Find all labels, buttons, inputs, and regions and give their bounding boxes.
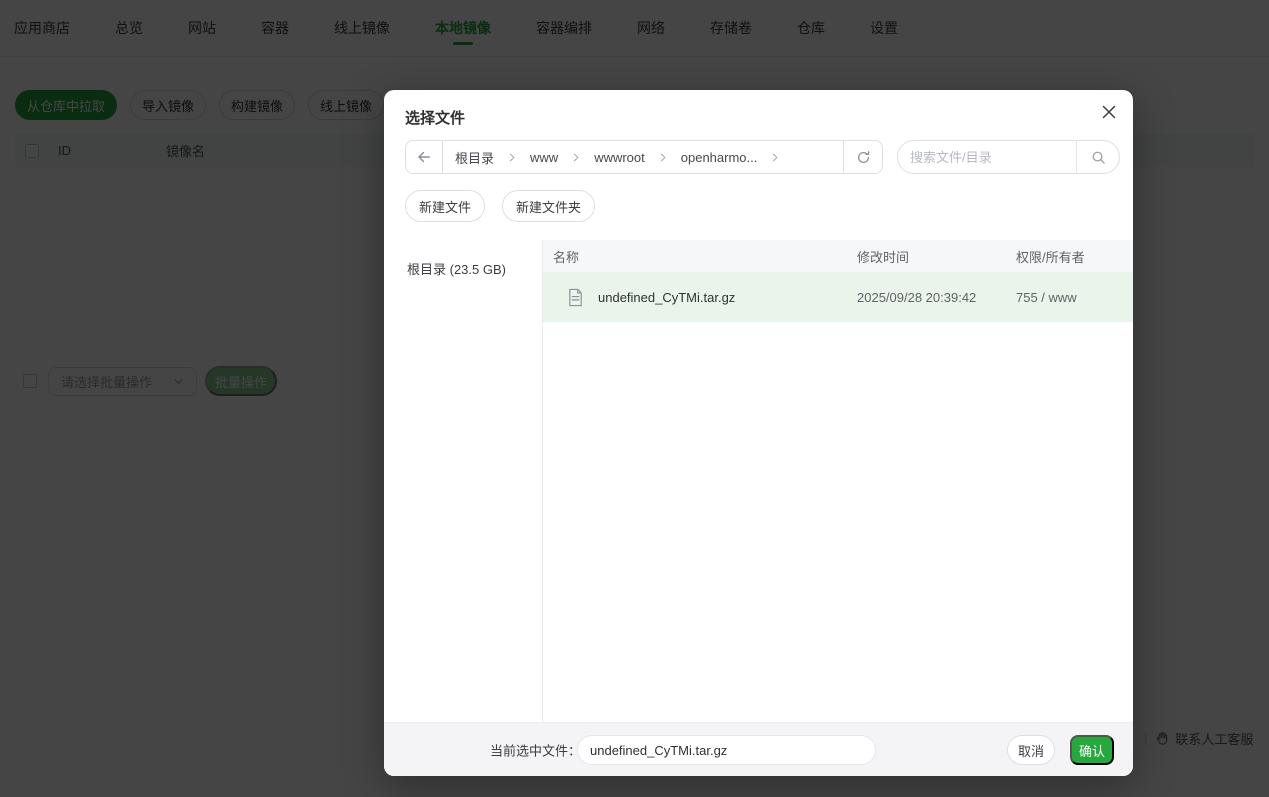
chevron-right-icon (658, 152, 668, 163)
back-button[interactable] (406, 141, 443, 173)
file-icon (567, 288, 584, 307)
file-mtime: 2025/09/28 20:39:42 (857, 289, 977, 305)
search-input[interactable] (898, 149, 1076, 165)
confirm-button[interactable]: 确认 (1070, 735, 1114, 765)
breadcrumb-wwwroot[interactable]: wwwroot (594, 150, 645, 165)
file-table-header: 名称 修改时间 权限/所有者 (543, 240, 1133, 272)
file-search-box (897, 140, 1120, 174)
dialog-title: 选择文件 (405, 110, 466, 127)
file-name: undefined_CyTMi.tar.gz (598, 289, 736, 305)
column-mtime: 修改时间 (857, 249, 910, 265)
column-perm: 权限/所有者 (1016, 249, 1085, 265)
selected-file-input[interactable] (577, 735, 876, 765)
refresh-icon (856, 150, 871, 165)
new-file-button[interactable]: 新建文件 (405, 190, 486, 222)
chevron-right-icon (507, 152, 517, 163)
file-perm: 755 / www (1016, 289, 1077, 305)
chevron-right-icon (770, 152, 780, 163)
path-bar: 根目录 www wwwroot openharmo... (405, 140, 883, 174)
breadcrumb-root[interactable]: 根目录 (455, 148, 494, 167)
close-icon[interactable] (1100, 103, 1118, 121)
sidebar-item-root[interactable]: 根目录 (23.5 GB) (384, 250, 542, 286)
breadcrumb-openharmo[interactable]: openharmo... (681, 150, 758, 165)
arrow-left-icon (416, 149, 432, 165)
breadcrumb-www[interactable]: www (530, 150, 558, 165)
search-button[interactable] (1076, 141, 1119, 173)
search-icon (1091, 150, 1106, 165)
directory-sidebar: 根目录 (23.5 GB) (384, 240, 543, 722)
chevron-right-icon (571, 152, 581, 163)
cancel-button[interactable]: 取消 (1007, 735, 1055, 765)
dialog-footer: 当前选中文件： 取消 确认 (384, 722, 1133, 776)
column-name: 名称 (553, 249, 580, 265)
selected-file-label: 当前选中文件： (490, 743, 582, 758)
table-row[interactable]: undefined_CyTMi.tar.gz 2025/09/28 20:39:… (543, 272, 1133, 322)
file-actions: 新建文件 新建文件夹 (405, 190, 596, 222)
refresh-button[interactable] (843, 141, 882, 173)
file-table: 名称 修改时间 权限/所有者 undefined_CyTMi.tar.gz 20… (543, 240, 1133, 722)
new-folder-button[interactable]: 新建文件夹 (502, 190, 596, 222)
file-browser-body: 根目录 (23.5 GB) 名称 修改时间 权限/所有者 undefined_C… (384, 240, 1133, 722)
file-name-cell: undefined_CyTMi.tar.gz (543, 288, 847, 307)
breadcrumb: 根目录 www wwwroot openharmo... (443, 148, 843, 167)
file-picker-dialog: 选择文件 根目录 www wwwroot openharmo... 搜索文件/目… (384, 90, 1133, 776)
